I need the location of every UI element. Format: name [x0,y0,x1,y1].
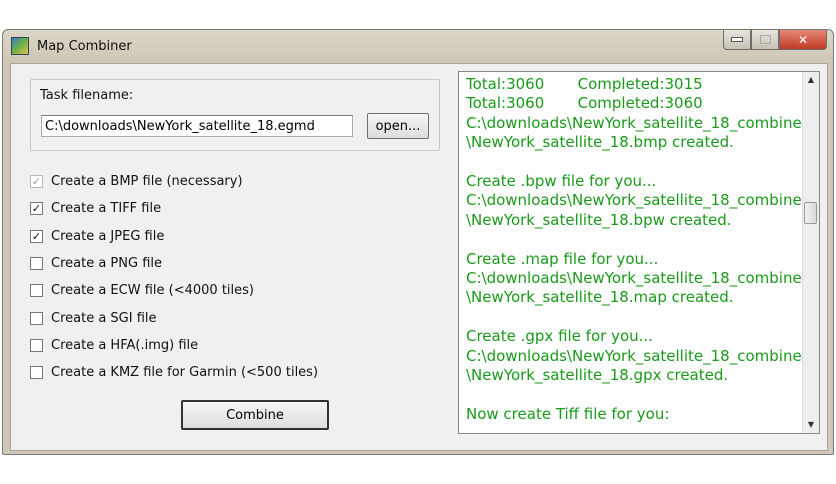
title-bar: Map Combiner [11,35,132,57]
option-checkbox-3[interactable]: Create a PNG file [30,256,162,271]
maximize-button[interactable] [751,30,779,50]
vertical-scrollbar[interactable]: ▲ ▼ [802,72,819,433]
checkbox-icon[interactable] [30,311,43,325]
checkbox-icon[interactable]: ✓ [30,229,43,243]
client-area: Task filename: C:\downloads\NewYork_sate… [10,63,828,451]
window-title: Map Combiner [37,38,132,54]
checkbox-icon[interactable] [30,338,43,352]
option-checkbox-5[interactable]: Create a SGI file [30,311,157,326]
option-label: Create a SGI file [51,310,157,326]
checkbox-icon[interactable]: ✓ [30,175,43,188]
minimize-button[interactable] [723,30,751,50]
scroll-up-icon[interactable]: ▲ [803,72,819,88]
option-checkbox-1[interactable]: ✓ Create a TIFF file [30,201,161,216]
option-label: Create a PNG file [51,255,162,271]
option-label: Create a KMZ file for Garmin (<500 tiles… [51,365,319,381]
app-icon [11,37,29,55]
option-checkbox-2[interactable]: ✓ Create a JPEG file [30,229,164,244]
option-checkbox-0: ✓ Create a BMP file (necessary) [30,174,243,189]
option-checkbox-7[interactable]: Create a KMZ file for Garmin (<500 tiles… [30,365,318,380]
option-checkbox-4[interactable]: Create a ECW file (<4000 tiles) [30,283,254,298]
scroll-thumb[interactable] [804,202,817,224]
checkbox-icon[interactable] [30,284,43,298]
option-label: Create a JPEG file [51,228,165,244]
scroll-down-icon[interactable]: ▼ [803,417,819,433]
option-label: Create a BMP file (necessary) [51,174,243,189]
option-label: Create a HFA(.img) file [51,337,199,353]
task-filename-label: Task filename: [40,88,134,103]
checkbox-icon[interactable] [30,366,43,380]
task-filename-input[interactable]: C:\downloads\NewYork_satellite_18.egmd [41,115,353,137]
close-icon: ✕ [797,32,809,47]
minimize-icon [731,37,743,42]
combine-button[interactable]: Combine [181,400,329,430]
log-text: Total:3060 Completed:3015 Total:3060 Com… [466,75,812,423]
close-button[interactable]: ✕ [779,30,827,50]
option-label: Create a ECW file (<4000 tiles) [51,283,254,299]
option-label: Create a TIFF file [51,201,162,217]
app-window: Map Combiner ✕ Task filename: C:\downloa… [2,29,834,455]
open-button[interactable]: open... [367,113,429,139]
checkbox-icon[interactable]: ✓ [30,202,43,216]
checkbox-icon[interactable] [30,256,43,270]
log-output[interactable]: Total:3060 Completed:3015 Total:3060 Com… [458,71,820,434]
maximize-icon [759,35,771,44]
task-group: Task filename: C:\downloads\NewYork_sate… [30,79,440,151]
option-checkbox-6[interactable]: Create a HFA(.img) file [30,338,198,353]
